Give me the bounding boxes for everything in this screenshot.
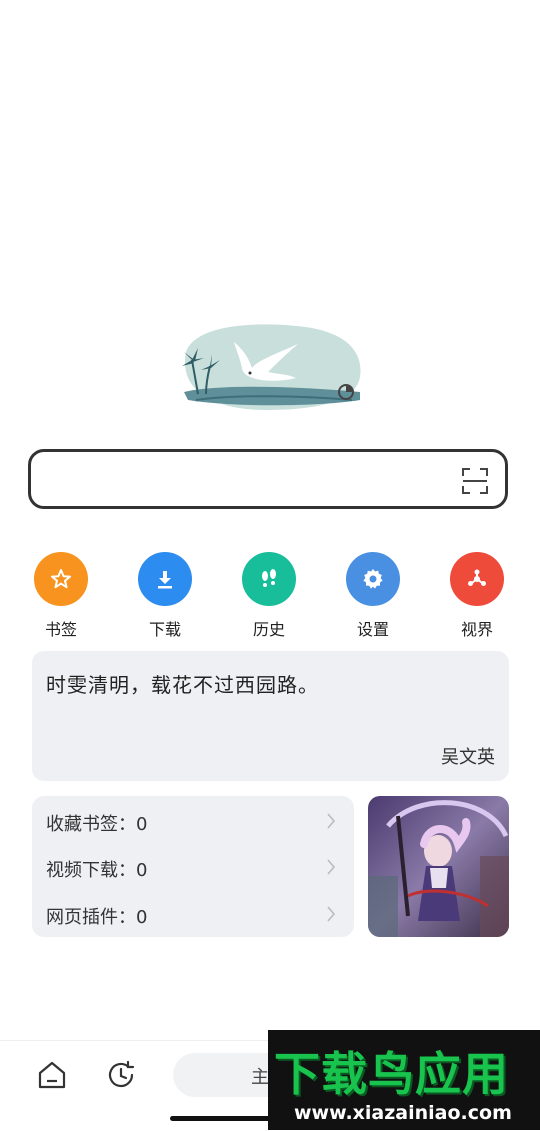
poem-text: 时雯清明，载花不过西园路。 (46, 673, 319, 697)
poem-card[interactable]: 时雯清明，载花不过西园路。 吴文英 (32, 651, 509, 781)
stats-card: 收藏书签：0 视频下载：0 网页插件：0 (32, 796, 354, 937)
quick-link-downloads[interactable]: 下载 (115, 552, 215, 640)
stat-label: 收藏书签：0 (46, 814, 148, 835)
star-icon (34, 552, 88, 606)
stat-label: 视频下载：0 (46, 860, 148, 881)
stat-label: 网页插件：0 (46, 907, 148, 928)
quick-link-history[interactable]: 历史 (219, 552, 319, 640)
promo-image[interactable] (368, 796, 509, 937)
address-bar-label: 主 (251, 1067, 269, 1088)
quick-link-label: 历史 (252, 620, 285, 639)
stat-row-bookmarks[interactable]: 收藏书签：0 (46, 806, 340, 836)
search-input[interactable] (28, 449, 508, 509)
poem-author: 吴文英 (441, 747, 495, 768)
watermark-title: 下载鸟应用 (274, 1047, 509, 1101)
scan-icon[interactable] (461, 467, 489, 495)
quick-link-label: 视界 (460, 620, 493, 639)
footprints-icon (242, 552, 296, 606)
chevron-right-icon (326, 905, 336, 927)
quick-link-label: 书签 (44, 620, 77, 639)
quick-link-settings[interactable]: 设置 (323, 552, 423, 640)
quick-link-label: 设置 (356, 620, 389, 639)
chevron-right-icon (326, 812, 336, 834)
discover-icon (450, 552, 504, 606)
home-icon[interactable] (36, 1059, 68, 1095)
stat-row-plugins[interactable]: 网页插件：0 (46, 899, 340, 929)
quick-link-bookmarks[interactable]: 书签 (11, 552, 111, 640)
history-icon[interactable] (106, 1059, 138, 1095)
stat-row-video-downloads[interactable]: 视频下载：0 (46, 852, 340, 882)
chevron-right-icon (326, 858, 336, 880)
browser-logo (176, 322, 364, 414)
download-icon (138, 552, 192, 606)
watermark-url: www.xiazainiao.com (294, 1102, 512, 1124)
gear-icon (346, 552, 400, 606)
quick-link-label: 下载 (148, 620, 181, 639)
quick-link-discover[interactable]: 视界 (427, 552, 527, 640)
watermark: 下载鸟应用 www.xiazainiao.com (268, 1030, 540, 1130)
